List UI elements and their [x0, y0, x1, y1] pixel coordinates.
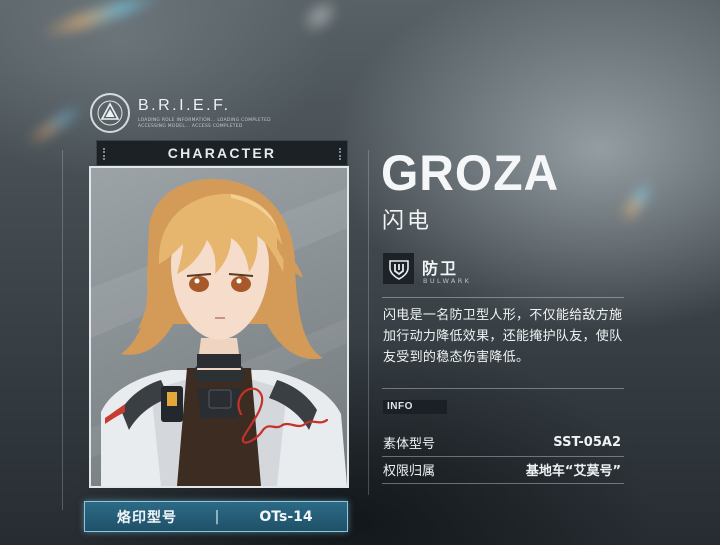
divider	[382, 388, 624, 389]
lens-flare	[617, 178, 657, 226]
brief-subtitle: LOADING ROLE INFORMATION... LOADING COMP…	[138, 118, 271, 130]
lens-flare	[298, 0, 342, 37]
character-name-cn: 闪电	[382, 209, 433, 234]
info-row-value: SST-05A2	[553, 434, 621, 450]
divider	[382, 456, 624, 457]
model-plate-label: 烙印型号	[117, 509, 177, 526]
info-row-value: 基地车“艾莫号”	[525, 463, 621, 479]
model-plate: 烙印型号 | OTs-14	[84, 501, 348, 532]
role-name-en: BULWARK	[423, 277, 472, 285]
model-plate-separator: |	[214, 508, 220, 525]
section-label: CHARACTER	[96, 140, 348, 166]
lens-flare	[37, 0, 165, 42]
role-name-cn: 防卫	[422, 259, 459, 278]
section-label-text: CHARACTER	[167, 145, 277, 161]
brief-title: B.R.I.E.F.	[138, 97, 231, 114]
divider	[382, 297, 624, 298]
dots-decoration	[339, 148, 345, 160]
frame-line-middle	[368, 150, 369, 495]
info-row-label: 权限归属	[383, 463, 436, 479]
info-tag: INFO	[383, 400, 447, 414]
info-row-label: 素体型号	[383, 436, 436, 452]
character-portrait	[89, 166, 349, 488]
divider	[382, 483, 624, 484]
frame-line-left	[62, 150, 63, 510]
model-plate-value: OTs-14	[259, 508, 313, 525]
info-row: 权限归属 基地车“艾莫号”	[383, 459, 627, 479]
lens-flare	[23, 100, 87, 150]
brief-emblem-icon	[90, 93, 130, 133]
bulwark-shield-icon	[383, 253, 414, 284]
character-name-en: GROZA	[381, 145, 560, 201]
brief-subtitle-line: ACCESSING MODEL... ACCESS COMPLETED	[138, 124, 243, 129]
character-description: 闪电是一名防卫型人形，不仅能给敌方施加行动力降低效果，还能掩护队友，使队友受到的…	[383, 308, 623, 365]
dots-decoration	[103, 148, 109, 160]
info-row: 素体型号 SST-05A2	[383, 432, 627, 452]
